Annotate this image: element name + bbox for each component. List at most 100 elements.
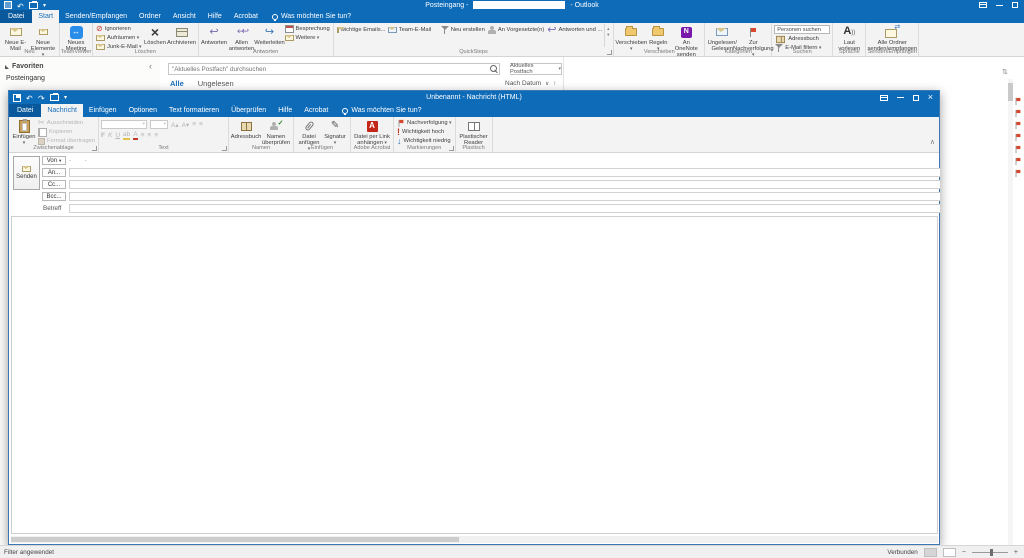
clipboard-dialog-launcher-icon[interactable] — [92, 146, 97, 151]
tab-senden-empfangen[interactable]: Senden/Empfangen — [59, 10, 133, 23]
tab-acrobat[interactable]: Acrobat — [298, 104, 334, 117]
to-input[interactable] — [69, 168, 941, 177]
flag-icon[interactable] — [1015, 158, 1021, 165]
flag-icon[interactable] — [1015, 146, 1021, 153]
collapse-ribbon-icon[interactable] — [930, 138, 935, 146]
tab-acrobat[interactable]: Acrobat — [228, 10, 264, 23]
list-sort-icon[interactable] — [1002, 68, 1008, 76]
cleanup-button[interactable]: Aufräumen — [95, 34, 143, 42]
align-right-icon[interactable] — [154, 132, 158, 139]
attach-via-link-button[interactable]: Datei per Link anhängen — [353, 118, 391, 147]
sort-ascending-icon[interactable]: ↑ — [553, 80, 556, 87]
tab-hilfe[interactable]: Hilfe — [272, 104, 298, 117]
format-painter-button[interactable]: Format übertragen — [37, 137, 96, 145]
font-family-combo[interactable] — [101, 120, 147, 129]
ribbon-display-options-icon[interactable] — [880, 95, 888, 101]
maximize-icon[interactable] — [913, 95, 919, 101]
tell-me-box[interactable]: Was möchten Sie tun? — [272, 10, 351, 23]
quickstep-an-vorgesetzte[interactable]: An Vorgesetzte(n) — [487, 26, 545, 34]
reading-view-button[interactable] — [924, 548, 937, 557]
font-color-button[interactable]: A — [133, 131, 137, 140]
immersive-reader-button[interactable]: Plastischer Reader — [458, 118, 490, 147]
layout-view-button[interactable] — [943, 548, 956, 557]
quickstep-neu-erstellen[interactable]: Neu erstellen — [440, 26, 486, 34]
quicksteps-gallery-scrollbar[interactable]: ▴▾ — [604, 24, 611, 47]
highlight-color-icon[interactable]: ab — [123, 131, 130, 140]
print-icon[interactable] — [29, 2, 38, 9]
tab-datei[interactable]: Datei — [0, 10, 32, 23]
quicksteps-dialog-launcher-icon[interactable] — [607, 50, 612, 55]
tab-optionen[interactable]: Optionen — [123, 104, 163, 117]
shrink-font-icon[interactable]: A▾ — [182, 121, 190, 129]
check-names-button[interactable]: Namen überprüfen — [261, 118, 291, 147]
send-button[interactable]: Senden — [13, 156, 40, 190]
tab-hilfe[interactable]: Hilfe — [202, 10, 228, 23]
tags-dialog-launcher-icon[interactable] — [449, 146, 454, 151]
numbered-list-icon[interactable] — [199, 121, 203, 128]
tab-ansicht[interactable]: Ansicht — [167, 10, 202, 23]
scrollbar-thumb[interactable] — [1008, 83, 1013, 101]
meeting-button[interactable]: Besprechung — [284, 25, 331, 33]
italic-button[interactable]: K — [108, 132, 112, 139]
underline-button[interactable]: U — [115, 132, 120, 139]
filter-unread[interactable]: Ungelesen — [198, 79, 234, 88]
tab-start[interactable]: Start — [32, 10, 59, 23]
zoom-in-button[interactable]: + — [1014, 549, 1018, 556]
ribbon-display-options-icon[interactable] — [979, 2, 987, 8]
bcc-input[interactable] — [69, 192, 941, 201]
quickstep-antworten-und[interactable]: Antworten und ... — [546, 26, 603, 34]
font-size-combo[interactable] — [150, 120, 168, 129]
zoom-out-button[interactable]: − — [962, 549, 966, 556]
undo-icon[interactable] — [17, 2, 24, 9]
quickstep-wichtige-emails[interactable]: wichtige Emails... — [336, 26, 386, 34]
from-button[interactable]: Von▾ — [42, 156, 66, 165]
archive-button[interactable]: Archivieren — [168, 24, 196, 47]
filter-all[interactable]: Alle — [170, 79, 184, 88]
print-icon[interactable] — [50, 94, 59, 101]
align-center-icon[interactable] — [147, 132, 151, 139]
scrollbar-thumb[interactable] — [11, 537, 459, 542]
flag-icon[interactable] — [1015, 122, 1021, 129]
find-people-box[interactable]: Personen suchen — [774, 25, 830, 34]
qat-customize-icon[interactable] — [64, 94, 71, 101]
forward-button[interactable]: Weiterleiten — [256, 24, 284, 47]
cc-input[interactable] — [69, 180, 941, 189]
tab-nachricht[interactable]: Nachricht — [41, 104, 83, 117]
more-respond-button[interactable]: Weitere — [284, 34, 331, 42]
signature-button[interactable]: Signatur — [322, 118, 348, 147]
collapse-pane-icon[interactable] — [149, 61, 152, 71]
high-importance-button[interactable]: Wichtigkeit hoch — [396, 128, 453, 136]
bcc-button[interactable]: Bcc... — [42, 192, 66, 201]
search-bar[interactable] — [168, 63, 500, 75]
reply-button[interactable]: Antworten — [201, 24, 228, 47]
cut-button[interactable]: Ausschneiden — [37, 119, 96, 127]
scroll-down-icon[interactable]: ▾ — [607, 32, 609, 38]
align-left-icon[interactable] — [141, 132, 145, 139]
qat-customize-icon[interactable] — [43, 2, 50, 9]
maximize-icon[interactable] — [1012, 2, 1018, 8]
zoom-slider-thumb[interactable] — [990, 549, 993, 556]
folder-item-posteingang[interactable]: Posteingang — [6, 75, 45, 82]
delete-button[interactable]: Löschen — [143, 24, 168, 47]
search-icon[interactable] — [490, 65, 499, 74]
bold-button[interactable]: F — [101, 132, 105, 139]
redo-icon[interactable] — [38, 94, 45, 101]
message-list-scrollbar[interactable] — [1008, 79, 1013, 545]
flag-icon[interactable] — [1015, 110, 1021, 117]
zoom-slider[interactable] — [972, 552, 1008, 553]
tab-datei[interactable]: Datei — [9, 104, 41, 117]
to-button[interactable]: An... — [42, 168, 66, 177]
tab-text-formatieren[interactable]: Text formatieren — [163, 104, 225, 117]
flag-icon[interactable] — [1015, 170, 1021, 177]
text-dialog-launcher-icon[interactable] — [222, 146, 227, 151]
flag-icon[interactable] — [1015, 134, 1021, 141]
search-scope-dropdown[interactable]: Aktuelles Postfach▾ — [510, 63, 562, 75]
tab-ordner[interactable]: Ordner — [133, 10, 167, 23]
subject-input[interactable] — [69, 204, 941, 213]
quickstep-team-email[interactable]: Team-E-Mail — [387, 26, 439, 34]
tab-ueberpruefen[interactable]: Überprüfen — [225, 104, 272, 117]
favorites-header[interactable]: Favoriten — [5, 63, 44, 70]
grow-font-icon[interactable]: A▴ — [171, 121, 179, 129]
minimize-icon[interactable] — [897, 97, 904, 98]
body-horizontal-scrollbar[interactable] — [11, 536, 938, 543]
